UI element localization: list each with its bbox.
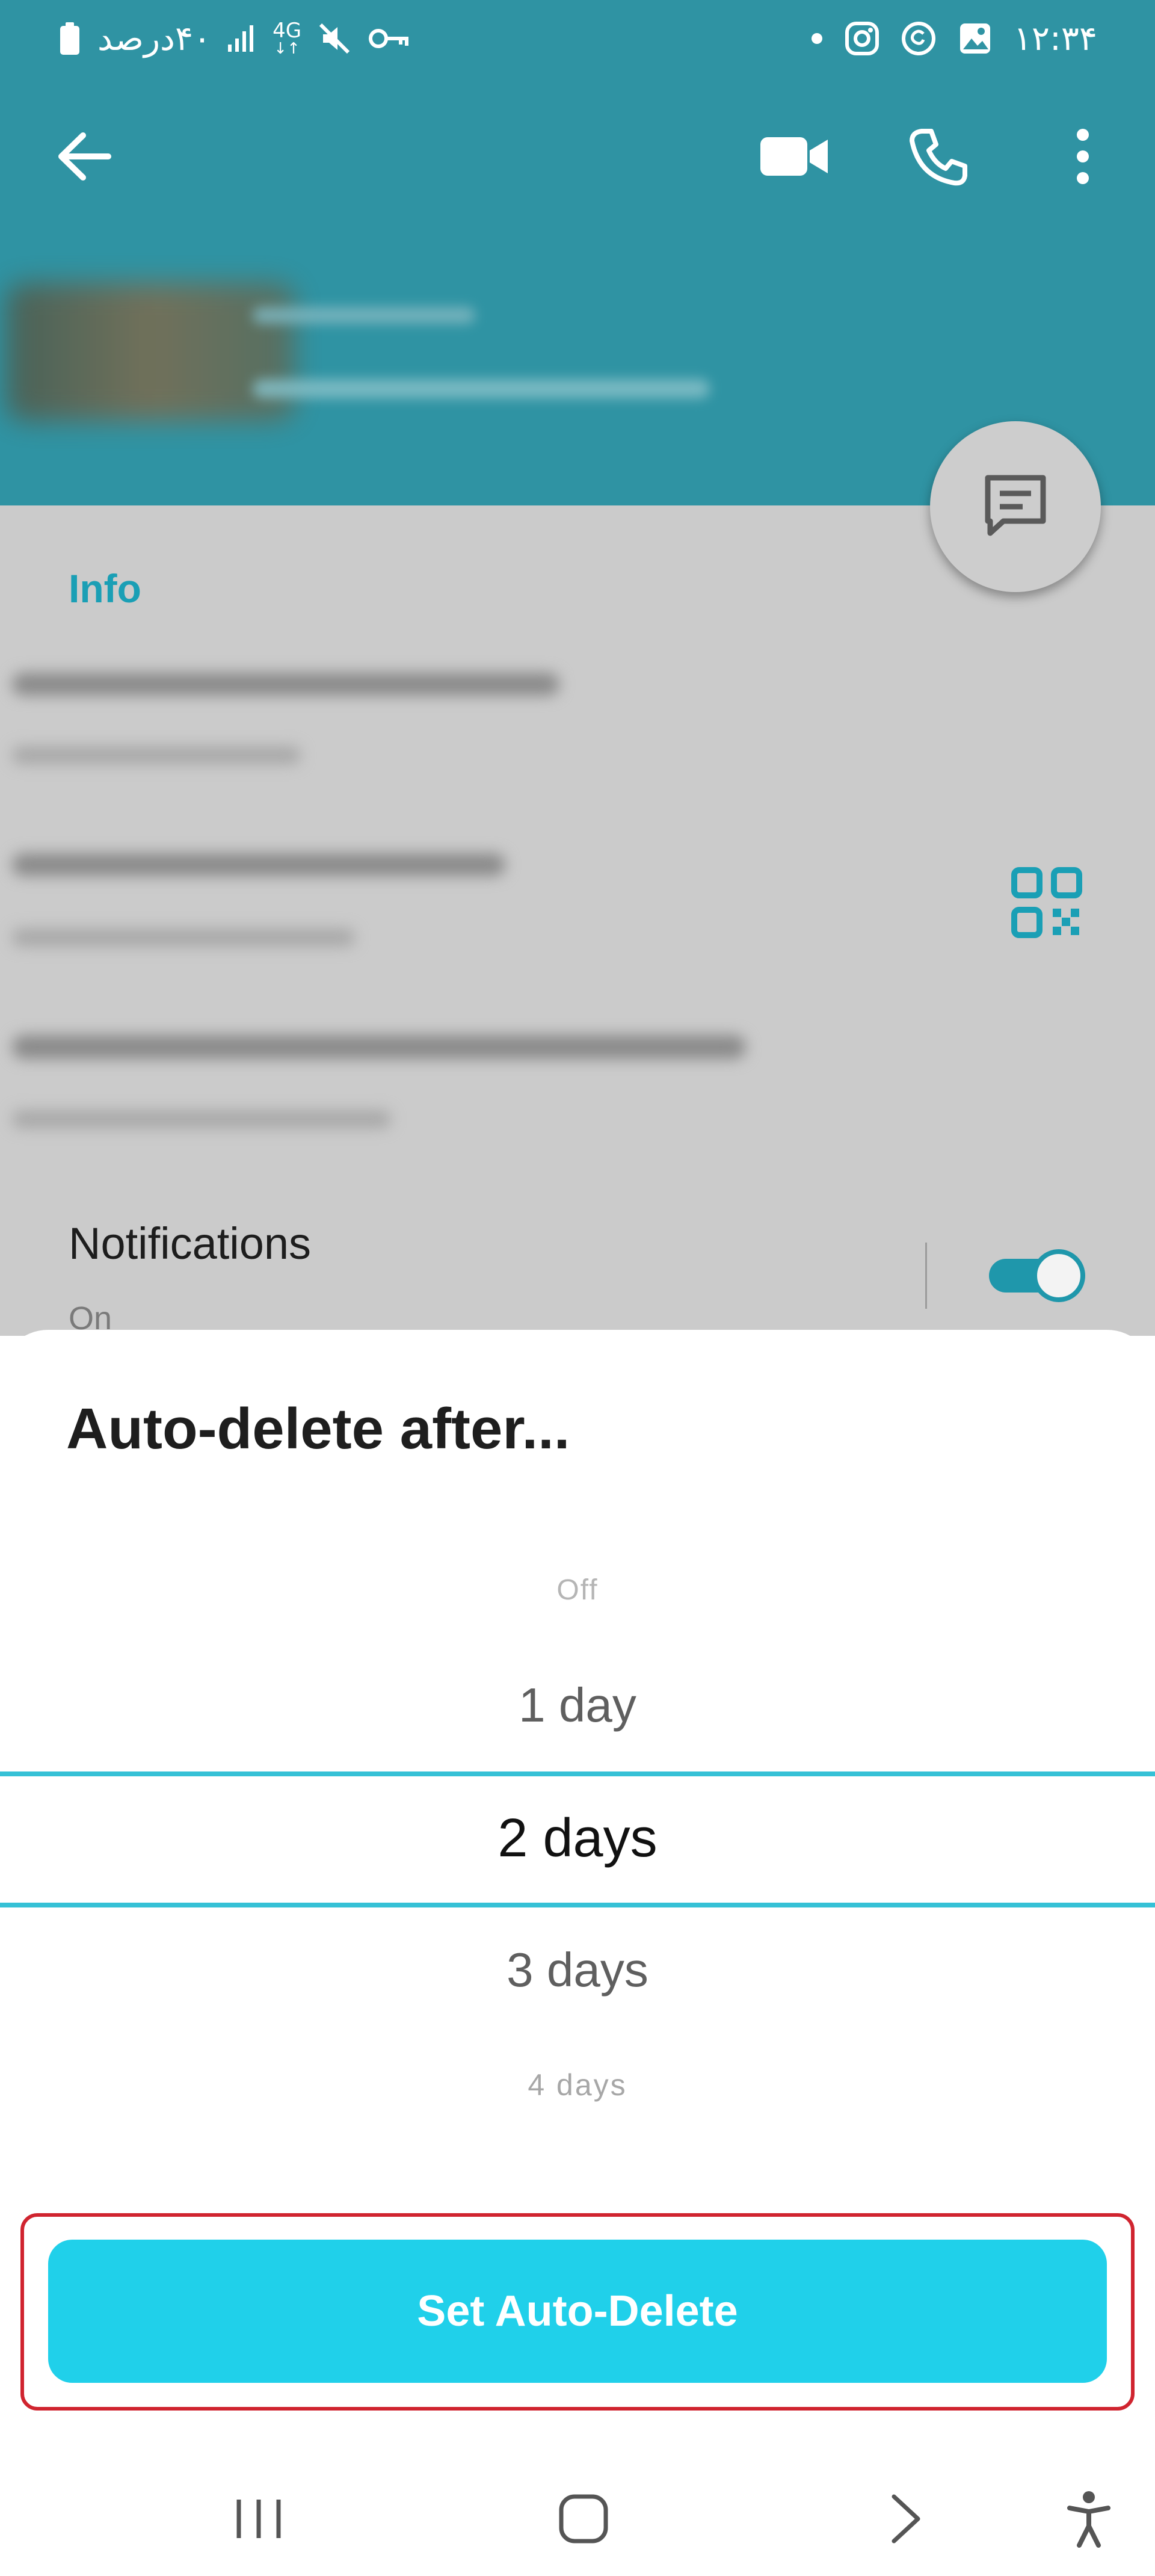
recents-button[interactable] xyxy=(217,2461,301,2576)
status-right: ۱۲:۳۴ xyxy=(810,17,1097,60)
video-call-button[interactable] xyxy=(752,114,836,199)
mute-icon xyxy=(319,23,350,54)
dot-icon xyxy=(811,33,822,44)
battery-icon xyxy=(60,22,79,55)
picker-option-selected[interactable]: 2 days xyxy=(0,1808,1155,1870)
gallery-icon xyxy=(959,23,990,54)
instagram-icon xyxy=(845,22,879,55)
data-arrows: ↓↑ xyxy=(274,40,300,58)
blurred-status xyxy=(253,379,710,398)
vpn-key-icon xyxy=(369,29,409,48)
battery-percent: ۴۰درصد xyxy=(97,19,212,58)
network-type-label: 4G xyxy=(273,19,302,43)
picker-selection-bottom-line xyxy=(0,1903,1155,1907)
nav-back-icon xyxy=(892,2494,920,2543)
home-button[interactable] xyxy=(541,2461,626,2576)
sheet-title: Auto-delete after... xyxy=(66,1397,570,1461)
blurred-avatar xyxy=(6,283,295,421)
qr-code-button[interactable] xyxy=(1011,866,1083,939)
blurred-info-line xyxy=(12,746,301,764)
accessibility-icon xyxy=(1067,2491,1110,2548)
qr-code-icon xyxy=(1011,867,1082,938)
divider xyxy=(925,1243,927,1309)
picker-option-off[interactable]: Off xyxy=(0,1574,1155,1607)
blurred-info-line xyxy=(12,853,505,876)
toggle-knob xyxy=(1032,1249,1085,1302)
set-auto-delete-button[interactable]: Set Auto-Delete xyxy=(48,2240,1107,2383)
picker-selection-top-line xyxy=(0,1771,1155,1776)
system-back-button[interactable] xyxy=(863,2461,947,2576)
info-heading: Info xyxy=(69,566,141,611)
blurred-info-line xyxy=(12,1035,746,1059)
recents-icon xyxy=(236,2499,281,2538)
more-vertical-icon xyxy=(1077,129,1089,184)
message-fab[interactable] xyxy=(930,421,1101,592)
network-4g-icon: 4G ↓↑ xyxy=(273,20,301,57)
clock: ۱۲:۳۴ xyxy=(1013,19,1097,58)
notifications-label: Notifications xyxy=(69,1219,312,1268)
threads-icon xyxy=(901,22,935,55)
back-button[interactable] xyxy=(42,114,126,199)
blurred-name xyxy=(253,307,475,324)
home-icon xyxy=(559,2494,608,2543)
status-left: ۴۰درصد 4G ↓↑ xyxy=(58,17,410,60)
picker-option-3-days[interactable]: 3 days xyxy=(0,1942,1155,1998)
status-bar: ۴۰درصد 4G ↓↑ ۱۲:۳۴ xyxy=(0,0,1155,78)
video-call-icon xyxy=(760,137,828,176)
notifications-toggle[interactable] xyxy=(985,1246,1088,1306)
voice-call-button[interactable] xyxy=(896,114,981,199)
picker-option-4-days[interactable]: 4 days xyxy=(0,2068,1155,2102)
blurred-info-line xyxy=(12,928,355,947)
arrow-left-icon xyxy=(58,132,111,181)
accessibility-button[interactable] xyxy=(1047,2461,1131,2576)
signal-icon xyxy=(228,25,254,52)
blurred-info-line xyxy=(12,673,559,696)
phone-icon xyxy=(910,129,967,186)
profile-body xyxy=(0,505,1155,1336)
more-options-button[interactable] xyxy=(1041,114,1125,199)
message-icon xyxy=(985,475,1046,536)
blurred-info-line xyxy=(12,1110,391,1128)
picker-option-1-day[interactable]: 1 day xyxy=(0,1678,1155,1733)
